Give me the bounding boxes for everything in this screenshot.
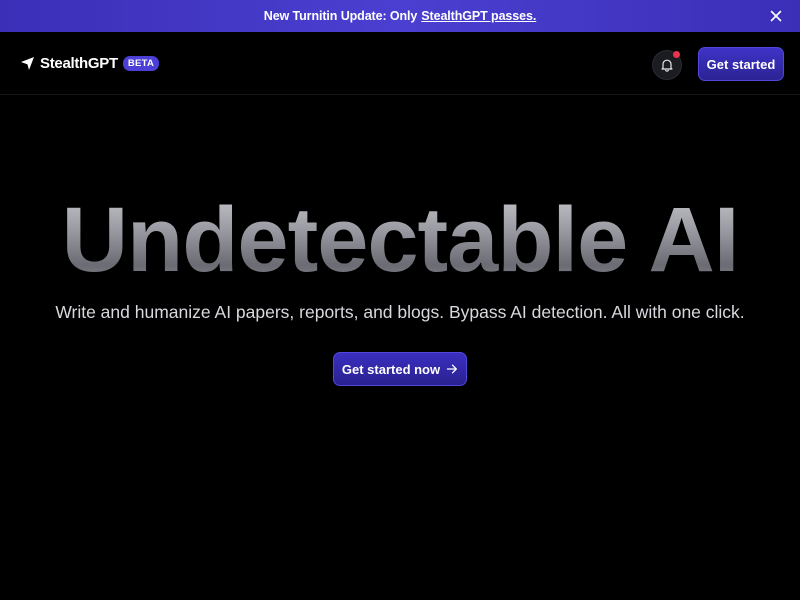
- top-navigation: StealthGPT BETA Get started: [0, 32, 800, 95]
- arrow-right-icon: [446, 363, 458, 375]
- send-arrow-icon: [20, 56, 35, 71]
- bell-icon: [660, 58, 674, 72]
- brand-logo[interactable]: StealthGPT BETA: [20, 55, 160, 72]
- hero-title: Undetectable AI: [0, 190, 800, 290]
- banner-text: New Turnitin Update: Only: [263, 9, 418, 23]
- close-icon[interactable]: [768, 8, 784, 24]
- beta-badge: BETA: [122, 56, 160, 71]
- hero-subtitle: Write and humanize AI papers, reports, a…: [55, 302, 745, 322]
- get-started-button[interactable]: Get started: [698, 47, 784, 81]
- banner-link[interactable]: StealthGPT passes.: [421, 9, 536, 23]
- get-started-now-button[interactable]: Get started now: [333, 352, 467, 386]
- brand-name: StealthGPT: [40, 55, 118, 72]
- announcement-banner: New Turnitin Update: Only StealthGPT pas…: [0, 0, 800, 32]
- hero-cta-label: Get started now: [341, 361, 441, 377]
- notifications-button[interactable]: [652, 50, 682, 80]
- notification-dot: [673, 51, 680, 58]
